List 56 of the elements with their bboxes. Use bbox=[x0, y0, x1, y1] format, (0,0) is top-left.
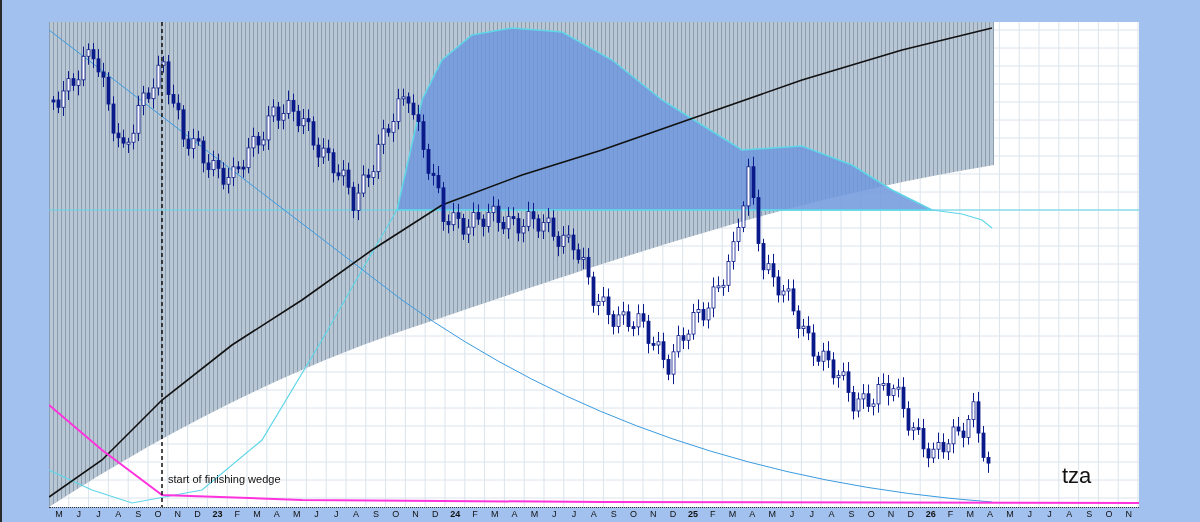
axis-label: M bbox=[252, 508, 262, 520]
axis-label: 26 bbox=[924, 508, 937, 520]
axis-label: S bbox=[371, 508, 380, 520]
axis-label: S bbox=[609, 508, 618, 520]
axis-label: O bbox=[1104, 508, 1114, 520]
axis-label: D bbox=[193, 508, 202, 520]
axis-label: A bbox=[510, 508, 519, 520]
axis-label: O bbox=[391, 508, 401, 520]
axis-label: J bbox=[550, 508, 558, 520]
axis-label: J bbox=[570, 508, 578, 520]
axis-label: A bbox=[1065, 508, 1074, 520]
axis-label: J bbox=[1026, 508, 1033, 520]
axis-label: D bbox=[668, 508, 678, 520]
axis-label: A bbox=[272, 508, 281, 520]
axis-label: F bbox=[471, 508, 479, 520]
axis-label: M bbox=[54, 508, 64, 520]
axis-label: N bbox=[649, 508, 658, 520]
axis-label: 24 bbox=[449, 508, 462, 520]
axis-label: M bbox=[727, 508, 738, 520]
axis-label: S bbox=[1085, 508, 1094, 520]
axis-label: N bbox=[886, 508, 896, 520]
axis-label: S bbox=[134, 508, 143, 520]
axis-label: J bbox=[75, 508, 82, 520]
axis-label: N bbox=[1124, 508, 1134, 520]
axis-label: J bbox=[313, 508, 320, 520]
axis-label: 23 bbox=[211, 508, 224, 520]
axis-label: N bbox=[411, 508, 420, 520]
axis-label: A bbox=[986, 508, 995, 520]
axis-label: O bbox=[866, 508, 876, 520]
axis-label: S bbox=[847, 508, 856, 520]
axis-label: J bbox=[95, 508, 102, 520]
axis-label: F bbox=[946, 508, 955, 520]
axis-label: O bbox=[153, 508, 163, 520]
axis-label: M bbox=[767, 508, 777, 520]
axis-label: M bbox=[291, 508, 302, 520]
axis-label: F bbox=[708, 508, 717, 520]
axis-label: F bbox=[233, 508, 241, 520]
axis-label: A bbox=[827, 508, 836, 520]
axis-label: N bbox=[173, 508, 183, 520]
axis-label: A bbox=[352, 508, 361, 520]
axis-label: D bbox=[431, 508, 440, 520]
axis-label: M bbox=[1005, 508, 1015, 520]
axis-label: J bbox=[1046, 508, 1053, 520]
axis-label: O bbox=[628, 508, 638, 520]
axis-label: M bbox=[529, 508, 540, 520]
axis-label: M bbox=[965, 508, 976, 520]
axis-label: A bbox=[589, 508, 598, 520]
axis-label: J bbox=[333, 508, 340, 520]
axis-label: A bbox=[748, 508, 757, 520]
axis-label: 25 bbox=[686, 508, 699, 520]
axis-label: A bbox=[114, 508, 123, 520]
symbol-label: tza bbox=[1062, 463, 1092, 488]
axis-label: J bbox=[788, 508, 796, 520]
axis-label: D bbox=[906, 508, 916, 520]
axis-label: J bbox=[808, 508, 816, 520]
axis-label: M bbox=[490, 508, 500, 520]
